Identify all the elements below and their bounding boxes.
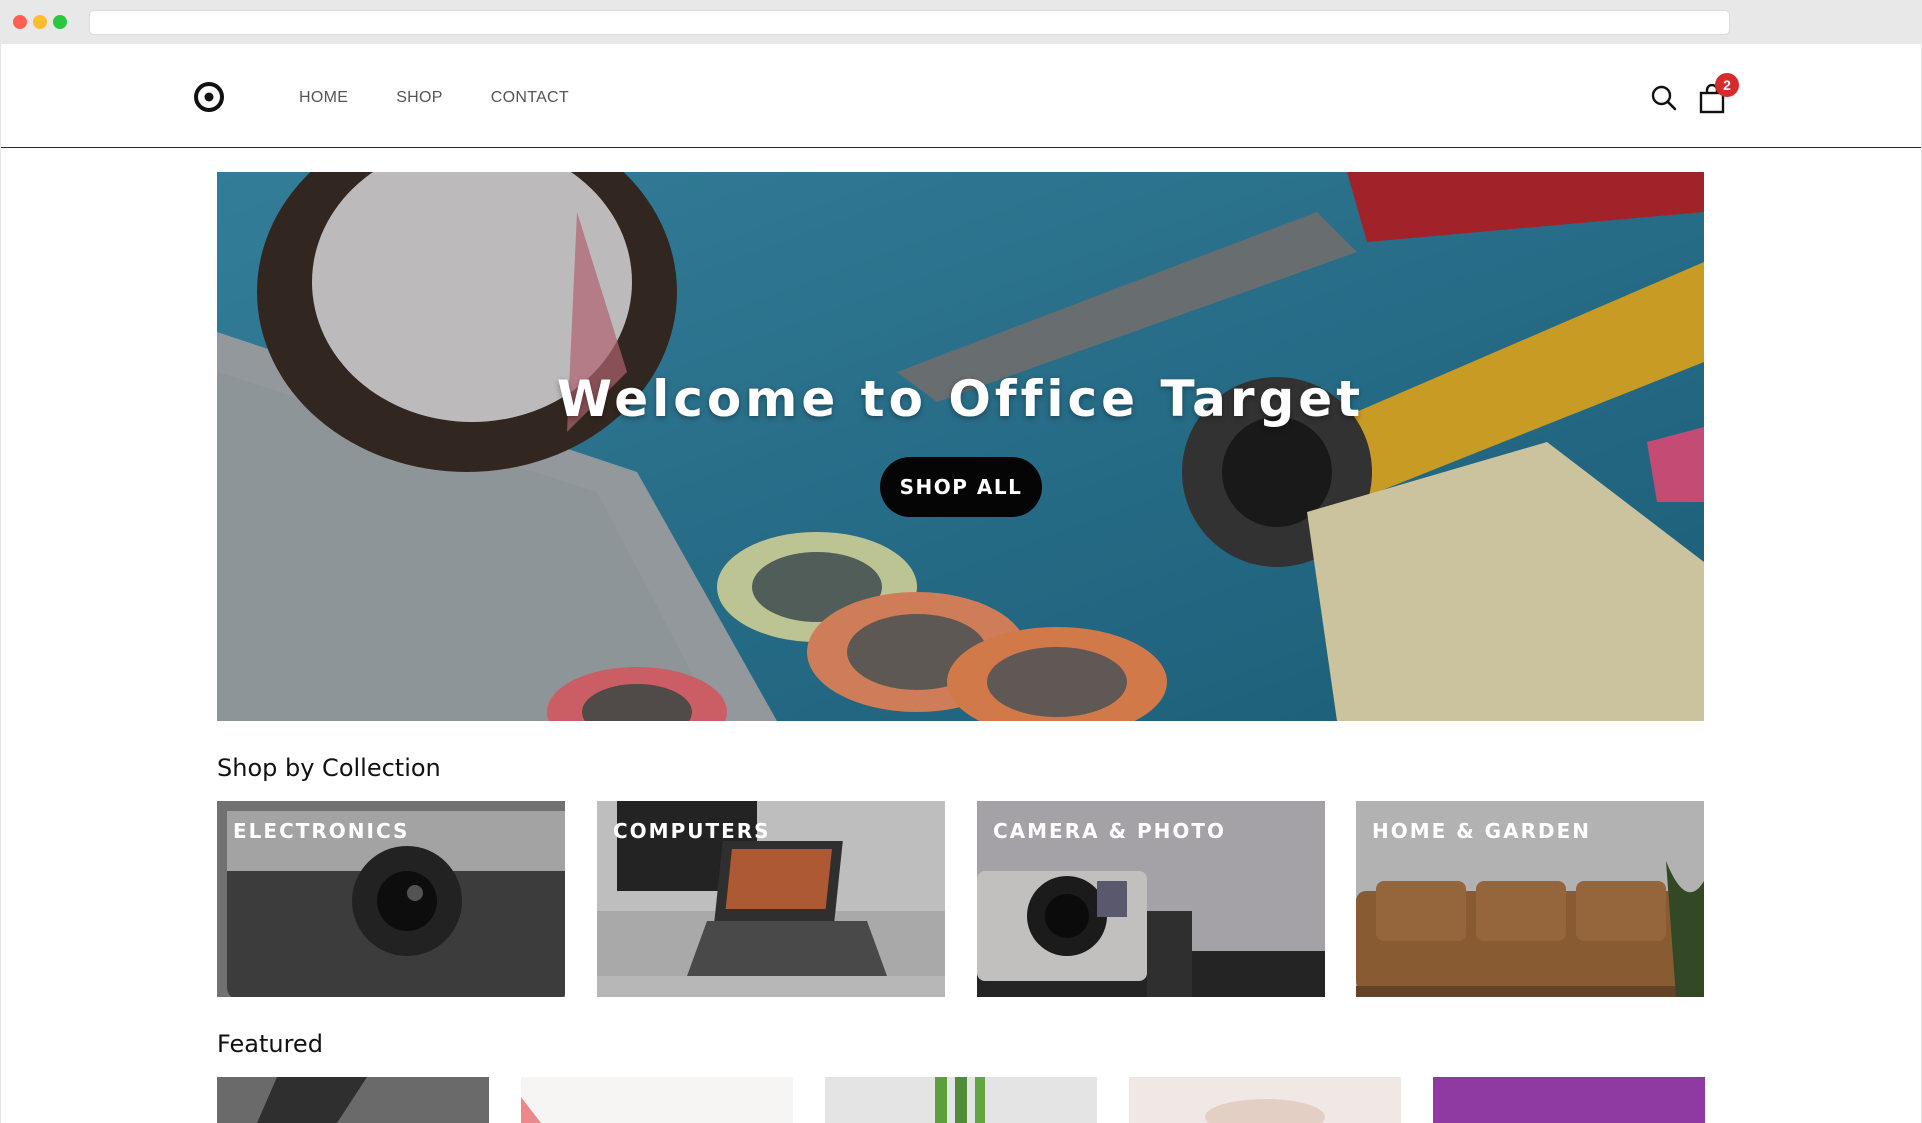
collection-tile-electronics[interactable]: ELECTRONICS — [217, 801, 565, 997]
featured-product-image — [1129, 1077, 1401, 1123]
collection-tile-home-garden[interactable]: HOME & GARDEN — [1356, 801, 1704, 997]
search-icon[interactable] — [1650, 84, 1678, 112]
site-header: HOME SHOP CONTACT 2 — [1, 44, 1921, 148]
featured-product-card[interactable] — [1433, 1077, 1705, 1123]
hero-banner: Welcome to Office Target SHOP ALL — [217, 172, 1704, 721]
nav-shop-link[interactable]: SHOP — [396, 89, 443, 107]
collections-heading: Shop by Collection — [217, 754, 441, 782]
page: HOME SHOP CONTACT 2 Welcome to Office Ta… — [1, 44, 1921, 1123]
hero-title: Welcome to Office Target — [556, 370, 1365, 428]
cart-count-badge: 2 — [1715, 73, 1739, 97]
featured-heading: Featured — [217, 1030, 323, 1058]
featured-product-image — [825, 1077, 1097, 1123]
window-close-button[interactable] — [13, 15, 27, 29]
collection-label: CAMERA & PHOTO — [993, 819, 1227, 843]
hero-overlay — [217, 172, 1704, 721]
shop-all-button[interactable]: SHOP ALL — [880, 457, 1042, 517]
nav-home-link[interactable]: HOME — [299, 89, 348, 107]
window-maximize-button[interactable] — [53, 15, 67, 29]
featured-product-image — [1433, 1077, 1705, 1123]
nav-contact-link[interactable]: CONTACT — [491, 89, 569, 107]
collection-tile-camera-photo[interactable]: CAMERA & PHOTO — [977, 801, 1325, 997]
collection-grid: ELECTRONICS COMPUTERS CAMERA & PHOTO HOM… — [217, 801, 1704, 997]
featured-row — [217, 1077, 1705, 1123]
window-minimize-button[interactable] — [33, 15, 47, 29]
featured-product-card[interactable] — [825, 1077, 1097, 1123]
main-nav: HOME SHOP CONTACT — [299, 89, 617, 107]
featured-product-card[interactable] — [521, 1077, 793, 1123]
featured-product-card[interactable] — [217, 1077, 489, 1123]
address-bar[interactable] — [89, 10, 1730, 35]
browser-chrome — [0, 0, 1922, 44]
collection-label: HOME & GARDEN — [1372, 819, 1591, 843]
collection-tile-computers[interactable]: COMPUTERS — [597, 801, 945, 997]
collection-label: ELECTRONICS — [233, 819, 410, 843]
featured-product-card[interactable] — [1129, 1077, 1401, 1123]
featured-product-image — [217, 1077, 489, 1123]
collection-label: COMPUTERS — [613, 819, 771, 843]
featured-product-image — [521, 1077, 793, 1123]
logo-icon[interactable] — [193, 81, 225, 113]
